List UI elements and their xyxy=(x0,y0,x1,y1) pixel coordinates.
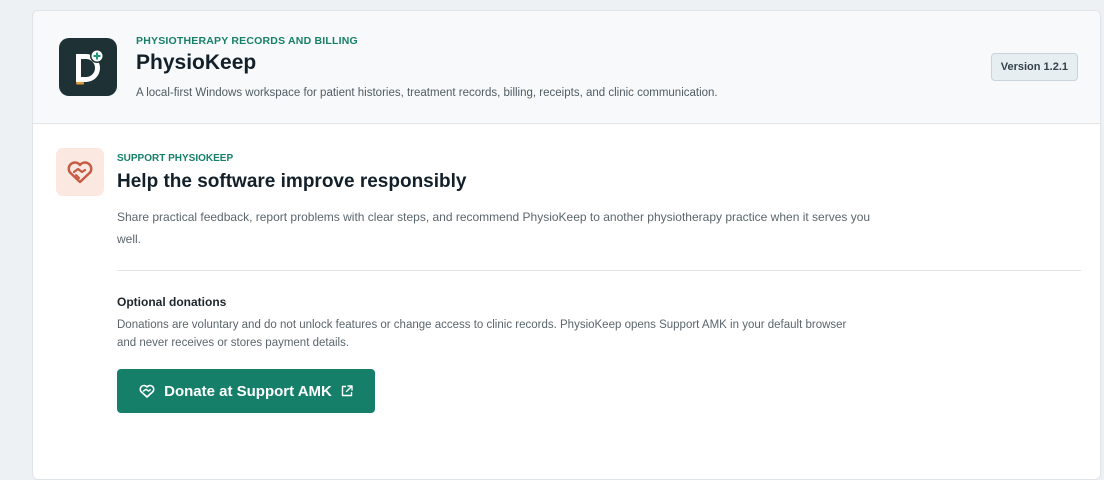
support-card: PHYSIOTHERAPY RECORDS AND BILLING Physio… xyxy=(32,10,1101,480)
external-link-icon xyxy=(341,385,353,397)
heart-hand-icon xyxy=(139,384,155,398)
support-description: Share practical feedback, report problem… xyxy=(117,210,871,246)
donations-title: Optional donations xyxy=(117,295,227,309)
header-eyebrow: PHYSIOTHERAPY RECORDS AND BILLING xyxy=(136,35,358,47)
donations-description: Donations are voluntary and do not unloc… xyxy=(117,319,847,349)
physiokeep-logo-icon xyxy=(59,38,117,96)
heart-handshake-icon xyxy=(56,148,104,196)
version-badge: Version 1.2.1 xyxy=(990,53,1078,81)
donate-button-label: Donate at Support AMK xyxy=(164,382,332,400)
app-description: A local-first Windows workspace for pati… xyxy=(136,87,718,99)
support-eyebrow: SUPPORT PHYSIOKEEP xyxy=(117,153,234,164)
section-divider xyxy=(117,270,1081,271)
app-title: PhysioKeep xyxy=(136,51,257,74)
app-header: PHYSIOTHERAPY RECORDS AND BILLING Physio… xyxy=(33,11,1100,124)
donate-button[interactable]: Donate at Support AMK xyxy=(117,369,375,413)
support-title: Help the software improve responsibly xyxy=(117,171,467,192)
